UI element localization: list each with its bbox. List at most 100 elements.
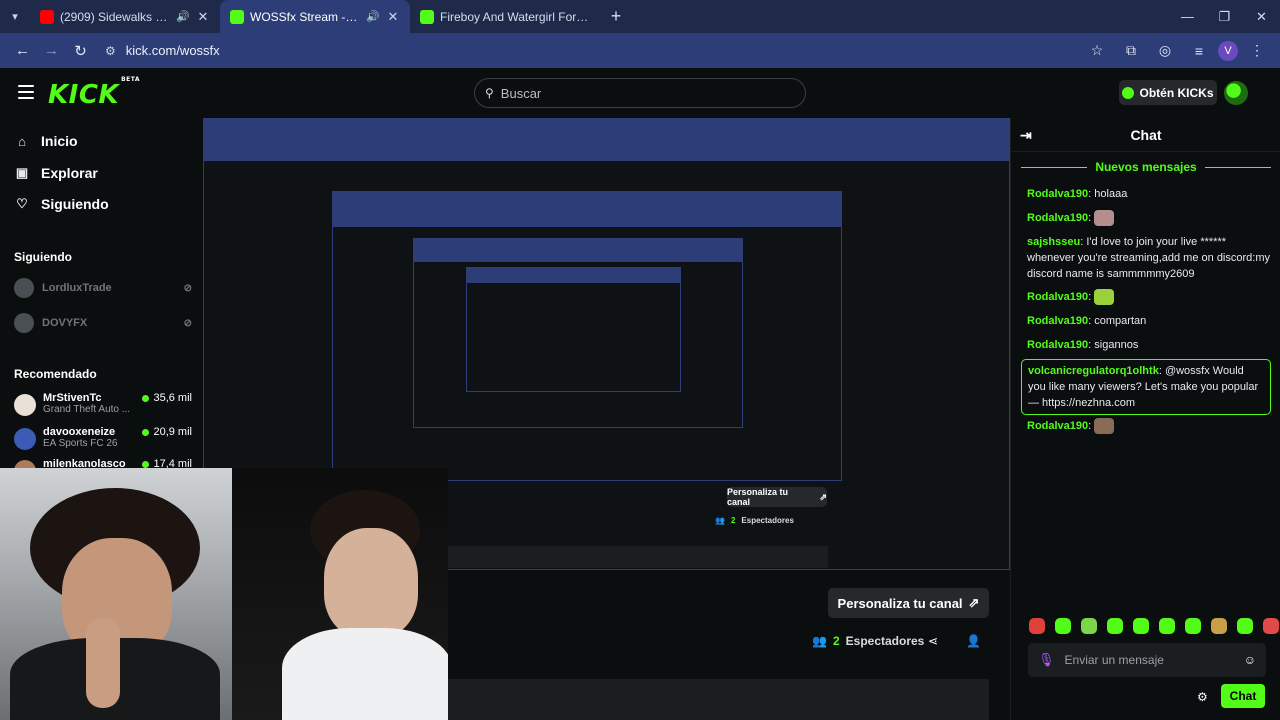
recommended-game: EA Sports FC 26 [43, 438, 118, 449]
collapse-chat-icon[interactable]: ⇥ [1020, 127, 1032, 144]
new-tab-button[interactable]: + [600, 0, 632, 33]
url-field[interactable]: ⚙ kick.com/wossfx [95, 36, 1082, 65]
viewers-count: 2 [832, 634, 840, 648]
following-item[interactable]: LordluxTrade ⊘ [14, 278, 192, 298]
chat-username[interactable]: sajshsseu [1027, 236, 1080, 248]
nested-bottom-strip [448, 546, 828, 568]
chat-username[interactable]: Rodalva190 [1027, 291, 1088, 303]
minimize-icon[interactable]: — [1169, 0, 1206, 33]
chat-message-input[interactable]: 🎙 Enviar un mensaje ☺ [1028, 643, 1266, 677]
chat-username[interactable]: Rodalva190 [1027, 315, 1088, 327]
highlighted-chat-message: volcanicregulatorq1olhtk: @wossfx Would … [1021, 359, 1271, 415]
extensions-icon[interactable]: ⧉ [1116, 37, 1146, 65]
site-header: KICKBETA ⚲ Buscar Obtén KICKs [0, 68, 1280, 118]
emote-button[interactable] [1055, 618, 1071, 634]
person-hand [86, 618, 120, 708]
avatar [14, 313, 34, 333]
user-avatar[interactable] [1224, 81, 1248, 105]
youtube-favicon-icon [40, 9, 54, 24]
menu-icon[interactable] [18, 85, 34, 99]
chat-input-placeholder: Enviar un mensaje [1064, 653, 1164, 667]
emote-button[interactable] [1081, 618, 1097, 634]
emoji-picker-icon[interactable]: ☺ [1244, 653, 1256, 667]
chat-message: Rodalva190: sigannos [1027, 339, 1139, 351]
nav-following[interactable]: ♡ Siguiendo [15, 196, 109, 212]
emote-icon [1094, 210, 1115, 227]
close-window-icon[interactable]: ✕ [1243, 0, 1280, 33]
audio-icon[interactable]: 🔊 [176, 10, 190, 23]
nested-browser-bar [414, 239, 742, 262]
viewers-label: Espectadores [845, 634, 925, 648]
person-shirt [282, 628, 448, 720]
emote-button[interactable] [1159, 618, 1175, 634]
emote-button[interactable] [1133, 618, 1149, 634]
tab-title: WOSSfx Stream - Watch Live on [250, 9, 360, 24]
avatar [14, 394, 36, 416]
media-control-icon[interactable]: ≡ [1184, 37, 1214, 65]
emote-button[interactable] [1211, 618, 1227, 634]
get-kicks-button[interactable]: Obtén KICKs [1119, 80, 1217, 105]
browser-tab-youtube[interactable]: (2909) Sidewalks and Skeletons 🔊 ✕ [30, 0, 220, 33]
live-dot-icon [142, 394, 150, 402]
browser-tab-kick[interactable]: WOSSfx Stream - Watch Live on 🔊 ✕ [220, 0, 410, 33]
nav-home[interactable]: ⌂ Inicio [15, 133, 78, 149]
external-link-icon: ⇗ [968, 595, 980, 610]
kick-logo[interactable]: KICKBETA [48, 76, 140, 110]
nav-explore-label: Explorar [41, 165, 98, 181]
live-dot-icon [142, 428, 150, 436]
share-icon[interactable]: ⋖ [928, 634, 938, 648]
chat-username[interactable]: Rodalva190 [1027, 339, 1088, 351]
viewers-count: 2 [730, 516, 736, 525]
chat-settings-icon[interactable]: ⚙ [1197, 690, 1208, 704]
viewers-icon: 👥 [812, 634, 827, 648]
restore-icon[interactable]: ❐ [1206, 0, 1243, 33]
webcam-left [0, 468, 232, 720]
chat-username[interactable]: volcanicregulatorq1olhtk [1028, 365, 1159, 377]
emote-button[interactable] [1029, 618, 1045, 634]
customize-channel-button[interactable]: Personaliza tu canal ⇗ [828, 588, 989, 618]
emote-button[interactable] [1263, 618, 1279, 634]
emote-button[interactable] [1237, 618, 1253, 634]
emote-button[interactable] [1185, 618, 1201, 634]
copilot-icon[interactable]: ◎ [1150, 37, 1180, 65]
viewer-count: 20,9 mil [153, 426, 192, 438]
tab-close-icon[interactable]: ✕ [196, 9, 210, 25]
nav-following-label: Siguiendo [41, 196, 109, 212]
search-input[interactable]: ⚲ Buscar [474, 78, 806, 108]
home-icon: ⌂ [18, 133, 26, 149]
bookmark-star-icon[interactable]: ☆ [1082, 37, 1112, 65]
back-icon[interactable]: ← [8, 36, 37, 65]
chat-username[interactable]: Rodalva190 [1027, 212, 1088, 224]
recommended-item[interactable]: davooxeneize EA Sports FC 26 20,9 mil [14, 426, 192, 450]
recommended-item[interactable]: MrStivenTc Grand Theft Auto ... 35,6 mil [14, 392, 192, 416]
left-sidebar: ⌂ Inicio ▣ Explorar ♡ Siguiendo Siguiend… [0, 118, 203, 482]
nav-home-label: Inicio [41, 133, 78, 149]
chat-send-button[interactable]: Chat [1221, 684, 1265, 708]
chat-username[interactable]: Rodalva190 [1027, 420, 1088, 432]
recommended-game: Grand Theft Auto ... [43, 404, 131, 415]
reload-icon[interactable]: ↻ [66, 36, 95, 65]
forward-icon[interactable]: → [37, 36, 66, 65]
microphone-icon[interactable]: 🎙 [1038, 652, 1055, 668]
follow-user-icon[interactable]: 👤 [966, 634, 981, 648]
chat-username[interactable]: Rodalva190 [1027, 188, 1088, 200]
browser-menu-icon[interactable]: ⋮ [1242, 37, 1272, 65]
tab-title: (2909) Sidewalks and Skeletons [60, 9, 170, 24]
tab-close-icon[interactable]: ✕ [386, 9, 400, 25]
avatar [14, 278, 34, 298]
nav-explore[interactable]: ▣ Explorar [15, 165, 98, 181]
emote-button[interactable] [1107, 618, 1123, 634]
audio-icon[interactable]: 🔊 [366, 10, 380, 23]
viewers-label: Espectadores [741, 516, 794, 525]
browser-tab-fireboy[interactable]: Fireboy And Watergirl Forest Temple [410, 0, 600, 33]
avatar [14, 428, 36, 450]
quick-emotes-row [1029, 618, 1279, 634]
new-messages-label: Nuevos mensajes [1095, 160, 1197, 174]
site-info-icon[interactable]: ⚙ [105, 44, 116, 58]
chat-text: holaaa [1094, 188, 1128, 200]
chat-message: Rodalva190: [1027, 210, 1273, 227]
following-item[interactable]: DOVYFX ⊘ [14, 313, 192, 333]
window-controls: — ❐ ✕ [1169, 0, 1280, 33]
tab-search-dropdown-icon[interactable]: ▾ [0, 0, 30, 33]
profile-avatar[interactable]: V [1218, 40, 1238, 61]
